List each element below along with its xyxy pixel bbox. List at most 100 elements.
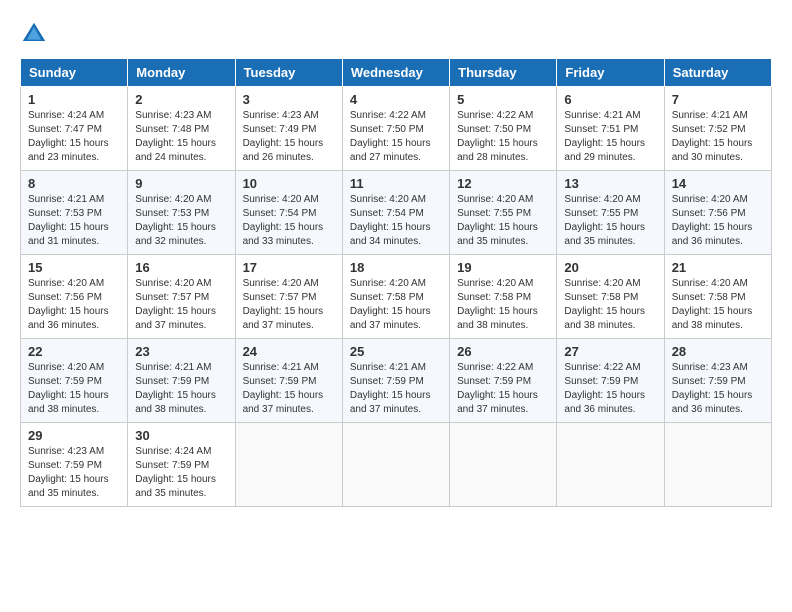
day-number: 26 (457, 344, 549, 359)
calendar-cell: 5 Sunrise: 4:22 AMSunset: 7:50 PMDayligh… (450, 87, 557, 171)
day-number: 28 (672, 344, 764, 359)
day-number: 10 (243, 176, 335, 191)
day-number: 14 (672, 176, 764, 191)
day-info: Sunrise: 4:20 AMSunset: 7:56 PMDaylight:… (28, 277, 120, 333)
day-number: 15 (28, 260, 120, 275)
day-info: Sunrise: 4:20 AMSunset: 7:57 PMDaylight:… (135, 277, 227, 333)
weekday-header-wednesday: Wednesday (342, 59, 449, 87)
weekday-header-thursday: Thursday (450, 59, 557, 87)
calendar-cell: 23 Sunrise: 4:21 AMSunset: 7:59 PMDaylig… (128, 339, 235, 423)
calendar-cell: 21 Sunrise: 4:20 AMSunset: 7:58 PMDaylig… (664, 255, 771, 339)
day-info: Sunrise: 4:22 AMSunset: 7:50 PMDaylight:… (457, 109, 549, 165)
calendar-cell: 22 Sunrise: 4:20 AMSunset: 7:59 PMDaylig… (21, 339, 128, 423)
calendar-cell: 7 Sunrise: 4:21 AMSunset: 7:52 PMDayligh… (664, 87, 771, 171)
calendar-cell: 18 Sunrise: 4:20 AMSunset: 7:58 PMDaylig… (342, 255, 449, 339)
calendar-cell: 29 Sunrise: 4:23 AMSunset: 7:59 PMDaylig… (21, 423, 128, 507)
day-number: 7 (672, 92, 764, 107)
calendar-cell: 12 Sunrise: 4:20 AMSunset: 7:55 PMDaylig… (450, 171, 557, 255)
week-row-4: 22 Sunrise: 4:20 AMSunset: 7:59 PMDaylig… (21, 339, 772, 423)
calendar-cell: 26 Sunrise: 4:22 AMSunset: 7:59 PMDaylig… (450, 339, 557, 423)
day-info: Sunrise: 4:23 AMSunset: 7:59 PMDaylight:… (672, 361, 764, 417)
calendar-cell: 27 Sunrise: 4:22 AMSunset: 7:59 PMDaylig… (557, 339, 664, 423)
calendar-cell: 2 Sunrise: 4:23 AMSunset: 7:48 PMDayligh… (128, 87, 235, 171)
day-info: Sunrise: 4:20 AMSunset: 7:55 PMDaylight:… (457, 193, 549, 249)
day-info: Sunrise: 4:23 AMSunset: 7:48 PMDaylight:… (135, 109, 227, 165)
day-info: Sunrise: 4:23 AMSunset: 7:59 PMDaylight:… (28, 445, 120, 501)
calendar-body: 1 Sunrise: 4:24 AMSunset: 7:47 PMDayligh… (21, 87, 772, 507)
week-row-1: 1 Sunrise: 4:24 AMSunset: 7:47 PMDayligh… (21, 87, 772, 171)
calendar-cell: 6 Sunrise: 4:21 AMSunset: 7:51 PMDayligh… (557, 87, 664, 171)
day-info: Sunrise: 4:24 AMSunset: 7:59 PMDaylight:… (135, 445, 227, 501)
calendar-cell: 19 Sunrise: 4:20 AMSunset: 7:58 PMDaylig… (450, 255, 557, 339)
weekday-header-tuesday: Tuesday (235, 59, 342, 87)
calendar-cell: 24 Sunrise: 4:21 AMSunset: 7:59 PMDaylig… (235, 339, 342, 423)
calendar-cell (664, 423, 771, 507)
day-number: 22 (28, 344, 120, 359)
day-number: 25 (350, 344, 442, 359)
calendar-cell (342, 423, 449, 507)
day-info: Sunrise: 4:22 AMSunset: 7:59 PMDaylight:… (457, 361, 549, 417)
day-number: 8 (28, 176, 120, 191)
calendar-cell: 9 Sunrise: 4:20 AMSunset: 7:53 PMDayligh… (128, 171, 235, 255)
day-info: Sunrise: 4:21 AMSunset: 7:51 PMDaylight:… (564, 109, 656, 165)
day-info: Sunrise: 4:21 AMSunset: 7:59 PMDaylight:… (350, 361, 442, 417)
day-number: 2 (135, 92, 227, 107)
calendar-cell: 28 Sunrise: 4:23 AMSunset: 7:59 PMDaylig… (664, 339, 771, 423)
day-info: Sunrise: 4:20 AMSunset: 7:56 PMDaylight:… (672, 193, 764, 249)
calendar-cell (557, 423, 664, 507)
day-info: Sunrise: 4:20 AMSunset: 7:53 PMDaylight:… (135, 193, 227, 249)
day-number: 4 (350, 92, 442, 107)
calendar-cell: 1 Sunrise: 4:24 AMSunset: 7:47 PMDayligh… (21, 87, 128, 171)
day-number: 6 (564, 92, 656, 107)
day-info: Sunrise: 4:20 AMSunset: 7:58 PMDaylight:… (672, 277, 764, 333)
day-number: 24 (243, 344, 335, 359)
day-number: 9 (135, 176, 227, 191)
weekday-header-friday: Friday (557, 59, 664, 87)
day-number: 18 (350, 260, 442, 275)
day-info: Sunrise: 4:20 AMSunset: 7:59 PMDaylight:… (28, 361, 120, 417)
day-info: Sunrise: 4:20 AMSunset: 7:54 PMDaylight:… (350, 193, 442, 249)
day-info: Sunrise: 4:21 AMSunset: 7:53 PMDaylight:… (28, 193, 120, 249)
day-info: Sunrise: 4:20 AMSunset: 7:57 PMDaylight:… (243, 277, 335, 333)
day-number: 1 (28, 92, 120, 107)
day-number: 21 (672, 260, 764, 275)
day-info: Sunrise: 4:20 AMSunset: 7:54 PMDaylight:… (243, 193, 335, 249)
calendar-cell: 30 Sunrise: 4:24 AMSunset: 7:59 PMDaylig… (128, 423, 235, 507)
weekday-header-saturday: Saturday (664, 59, 771, 87)
day-info: Sunrise: 4:21 AMSunset: 7:52 PMDaylight:… (672, 109, 764, 165)
logo (20, 20, 52, 48)
day-info: Sunrise: 4:22 AMSunset: 7:50 PMDaylight:… (350, 109, 442, 165)
day-number: 5 (457, 92, 549, 107)
page-header (20, 20, 772, 48)
day-number: 13 (564, 176, 656, 191)
calendar-cell: 15 Sunrise: 4:20 AMSunset: 7:56 PMDaylig… (21, 255, 128, 339)
day-info: Sunrise: 4:20 AMSunset: 7:58 PMDaylight:… (564, 277, 656, 333)
calendar-cell: 20 Sunrise: 4:20 AMSunset: 7:58 PMDaylig… (557, 255, 664, 339)
calendar-cell: 25 Sunrise: 4:21 AMSunset: 7:59 PMDaylig… (342, 339, 449, 423)
weekday-header-row: SundayMondayTuesdayWednesdayThursdayFrid… (21, 59, 772, 87)
day-info: Sunrise: 4:20 AMSunset: 7:55 PMDaylight:… (564, 193, 656, 249)
calendar-table: SundayMondayTuesdayWednesdayThursdayFrid… (20, 58, 772, 507)
calendar-cell: 14 Sunrise: 4:20 AMSunset: 7:56 PMDaylig… (664, 171, 771, 255)
calendar-cell: 11 Sunrise: 4:20 AMSunset: 7:54 PMDaylig… (342, 171, 449, 255)
calendar-cell: 4 Sunrise: 4:22 AMSunset: 7:50 PMDayligh… (342, 87, 449, 171)
day-info: Sunrise: 4:21 AMSunset: 7:59 PMDaylight:… (135, 361, 227, 417)
day-info: Sunrise: 4:21 AMSunset: 7:59 PMDaylight:… (243, 361, 335, 417)
day-number: 20 (564, 260, 656, 275)
calendar-cell: 13 Sunrise: 4:20 AMSunset: 7:55 PMDaylig… (557, 171, 664, 255)
calendar-cell (450, 423, 557, 507)
logo-icon (20, 20, 48, 48)
day-number: 23 (135, 344, 227, 359)
day-info: Sunrise: 4:22 AMSunset: 7:59 PMDaylight:… (564, 361, 656, 417)
day-number: 16 (135, 260, 227, 275)
day-number: 30 (135, 428, 227, 443)
calendar-cell (235, 423, 342, 507)
day-info: Sunrise: 4:24 AMSunset: 7:47 PMDaylight:… (28, 109, 120, 165)
week-row-3: 15 Sunrise: 4:20 AMSunset: 7:56 PMDaylig… (21, 255, 772, 339)
day-number: 11 (350, 176, 442, 191)
day-number: 12 (457, 176, 549, 191)
weekday-header-monday: Monday (128, 59, 235, 87)
day-number: 19 (457, 260, 549, 275)
week-row-2: 8 Sunrise: 4:21 AMSunset: 7:53 PMDayligh… (21, 171, 772, 255)
day-number: 17 (243, 260, 335, 275)
